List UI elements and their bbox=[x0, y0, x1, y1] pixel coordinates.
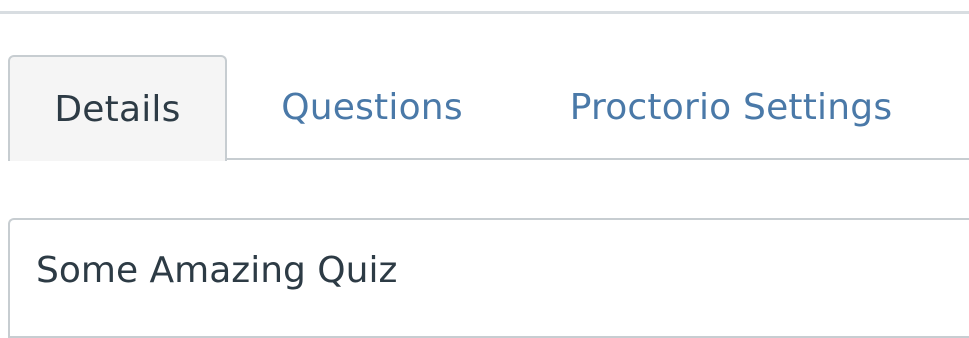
tab-questions[interactable]: Questions bbox=[258, 55, 486, 160]
tab-proctorio-settings[interactable]: Proctorio Settings bbox=[546, 55, 916, 160]
quiz-tab-bar: Details Questions Proctorio Settings bbox=[0, 0, 969, 162]
quiz-title-input[interactable]: Some Amazing Quiz bbox=[8, 218, 969, 338]
tab-details[interactable]: Details bbox=[8, 55, 227, 161]
